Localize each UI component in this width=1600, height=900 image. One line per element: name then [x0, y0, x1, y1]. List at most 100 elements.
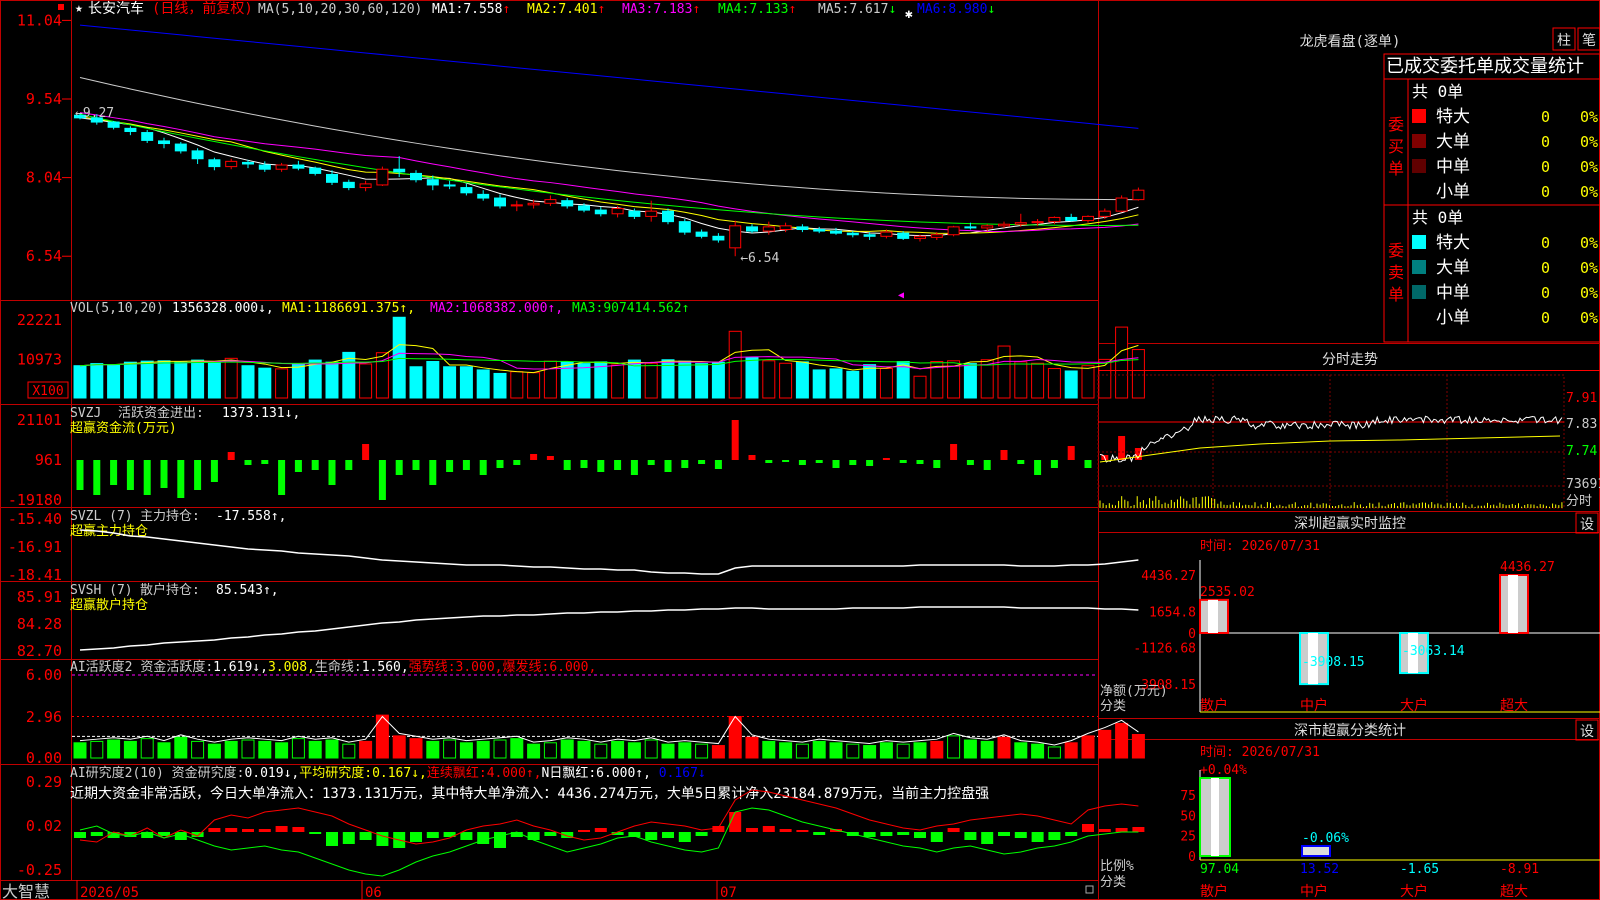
candle[interactable] [915, 236, 926, 238]
candle[interactable] [226, 161, 237, 166]
activity-bar[interactable] [1082, 736, 1094, 758]
activity-bar[interactable] [175, 737, 187, 758]
volume-bar[interactable] [679, 361, 691, 398]
volume-bar[interactable] [91, 364, 103, 398]
candle[interactable] [310, 168, 321, 173]
research-bar[interactable] [948, 828, 960, 832]
intraday-panel[interactable]: 分时走势 7.91 7.83 7.74 73691 分时 [1098, 352, 1600, 509]
candle[interactable] [1099, 211, 1110, 216]
activity-bar[interactable] [410, 739, 422, 758]
activity-bar[interactable] [645, 740, 657, 758]
volume-bar[interactable] [124, 362, 136, 398]
research-bar[interactable] [964, 832, 976, 840]
volume-bar[interactable] [1032, 363, 1044, 398]
fund-flow-bar[interactable] [799, 460, 806, 465]
volume-bar[interactable] [158, 361, 170, 398]
research-bar[interactable] [1048, 832, 1060, 840]
candle[interactable] [360, 184, 371, 188]
volume-bar[interactable] [796, 362, 808, 398]
activity-bar[interactable] [998, 737, 1010, 758]
candle[interactable] [427, 180, 438, 185]
volume-bar[interactable] [1132, 350, 1144, 398]
research-bar[interactable] [662, 832, 674, 838]
activity-bar[interactable] [276, 743, 288, 758]
research-bar[interactable] [645, 832, 657, 840]
fund-flow-bar[interactable] [849, 460, 856, 465]
fund-flow-bar[interactable] [312, 460, 319, 470]
ai-research-panel[interactable]: AI研究度2(10) 资金研究度:0.019↓,平均研究度:0.167↓,连续飘… [17, 765, 1145, 879]
volume-bar[interactable] [1015, 362, 1027, 398]
research-bar[interactable] [679, 832, 691, 842]
research-bar[interactable] [1082, 824, 1094, 832]
fund-flow-bar[interactable] [261, 460, 268, 464]
activity-bar[interactable] [259, 741, 271, 758]
candle[interactable] [579, 206, 590, 210]
fund-flow-bar[interactable] [917, 460, 924, 464]
research-bar[interactable] [343, 832, 355, 844]
fund-flow-bar[interactable] [110, 460, 117, 485]
activity-bar[interactable] [931, 741, 943, 758]
research-bar[interactable] [931, 832, 943, 842]
fund-flow-bar[interactable] [782, 460, 789, 462]
volume-bar[interactable] [864, 365, 876, 398]
research-bar[interactable] [595, 828, 607, 832]
fund-flow-bar[interactable] [161, 460, 168, 488]
fund-flow-bar[interactable] [278, 460, 285, 495]
candle[interactable] [763, 227, 774, 231]
candle[interactable] [814, 229, 825, 231]
volume-bar[interactable] [528, 373, 540, 398]
fund-flow-bar[interactable] [866, 460, 873, 466]
candle[interactable] [377, 169, 388, 185]
volume-bar[interactable] [880, 369, 892, 398]
candle[interactable] [159, 141, 170, 144]
candle[interactable] [562, 201, 573, 206]
volume-bar[interactable] [74, 366, 86, 398]
candle[interactable] [931, 235, 942, 238]
fund-flow-bar[interactable] [833, 460, 840, 468]
fund-flow-bar[interactable] [900, 460, 907, 463]
research-bar[interactable] [1099, 829, 1111, 832]
activity-bar[interactable] [292, 739, 304, 758]
research-bar[interactable] [460, 832, 472, 840]
activity-bar[interactable] [544, 743, 556, 758]
fund-flow-bar[interactable] [127, 460, 134, 490]
activity-bar[interactable] [460, 743, 472, 758]
activity-bar[interactable] [1032, 744, 1044, 758]
volume-bar[interactable] [847, 371, 859, 398]
fund-flow-bar[interactable] [950, 444, 957, 460]
activity-bar[interactable] [1015, 743, 1027, 758]
candle[interactable] [1066, 217, 1077, 220]
volume-bar[interactable] [427, 361, 439, 398]
activity-bar[interactable] [1065, 743, 1077, 758]
candle[interactable] [175, 144, 186, 151]
candle[interactable] [881, 232, 892, 236]
volume-bar[interactable] [830, 369, 842, 398]
research-bar[interactable] [1065, 832, 1077, 836]
volume-bar[interactable] [712, 362, 724, 398]
volume-bar[interactable] [141, 361, 153, 398]
svzl-panel[interactable]: SVZL (7) 主力持仓: -17.558↑,超赢主力持仓-15.40-16.91… [8, 509, 1139, 584]
research-bar[interactable] [1015, 832, 1027, 838]
activity-bar[interactable] [124, 741, 136, 758]
fund-flow-bar[interactable] [581, 460, 588, 468]
research-bar[interactable] [242, 829, 254, 832]
activity-bar[interactable] [578, 741, 590, 758]
volume-bar[interactable] [1048, 369, 1060, 398]
activity-bar[interactable] [326, 740, 338, 758]
activity-bar[interactable] [981, 741, 993, 758]
activity-bar[interactable] [948, 736, 960, 758]
candle[interactable] [864, 235, 875, 237]
volume-bar[interactable] [326, 362, 338, 398]
candle[interactable] [209, 160, 220, 167]
volume-bar[interactable] [763, 361, 775, 398]
research-bar[interactable] [880, 832, 892, 836]
fund-flow-bar[interactable] [765, 460, 772, 463]
candle[interactable] [192, 151, 203, 159]
fund-flow-bar[interactable] [732, 420, 739, 460]
volume-bar[interactable] [477, 370, 489, 398]
research-bar[interactable] [477, 832, 489, 844]
activity-bar[interactable] [813, 741, 825, 758]
volume-bar[interactable] [1065, 371, 1077, 398]
candle[interactable] [495, 198, 506, 206]
research-bar[interactable] [981, 832, 993, 844]
